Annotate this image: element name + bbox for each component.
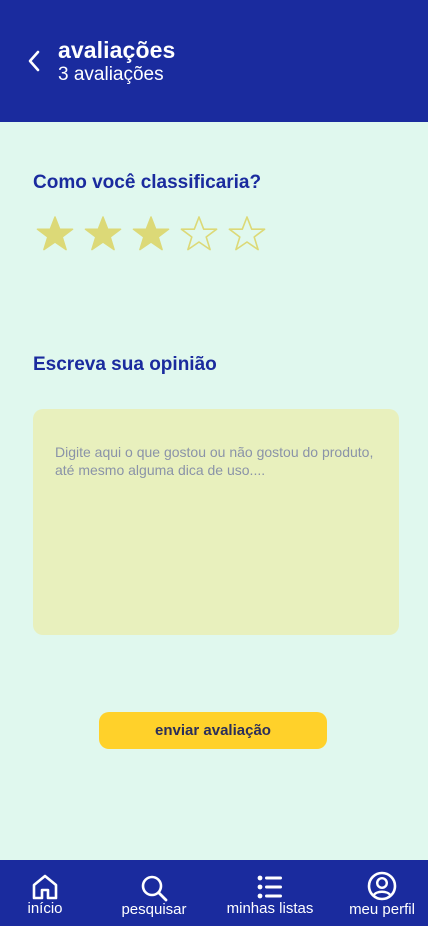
nav-label-home: início xyxy=(27,900,63,917)
page-title: avaliações xyxy=(58,37,176,63)
nav-label-search: pesquisar xyxy=(121,901,187,918)
rating-question: Como você classificaria? xyxy=(33,172,262,193)
home-icon xyxy=(32,874,58,900)
star-filled-icon[interactable] xyxy=(35,215,75,255)
profile-icon xyxy=(367,871,397,901)
opinion-textarea[interactable] xyxy=(33,409,399,635)
nav-label-profile: meu perfil xyxy=(349,901,415,918)
review-count: 3 avaliações xyxy=(58,64,164,85)
list-icon xyxy=(257,875,282,899)
nav-item-home[interactable]: início xyxy=(22,860,68,926)
star-empty-icon[interactable] xyxy=(179,215,219,255)
chevron-left-icon xyxy=(28,50,40,72)
star-empty-icon[interactable] xyxy=(227,215,267,255)
nav-label-lists: minhas listas xyxy=(226,900,314,917)
opinion-title: Escreva sua opinião xyxy=(33,354,217,375)
bottom-navigation: início pesquisar minhas listas meu perfi… xyxy=(0,860,428,926)
nav-item-profile[interactable]: meu perfil xyxy=(344,860,420,926)
star-filled-icon[interactable] xyxy=(83,215,123,255)
star-rating xyxy=(35,215,267,255)
nav-item-lists[interactable]: minhas listas xyxy=(222,860,318,926)
star-filled-icon[interactable] xyxy=(131,215,171,255)
submit-review-button[interactable]: enviar avaliação xyxy=(99,712,327,749)
back-button[interactable] xyxy=(22,47,46,75)
nav-item-search[interactable]: pesquisar xyxy=(118,860,190,926)
app-header: avaliações 3 avaliações xyxy=(0,0,428,122)
search-icon xyxy=(141,875,168,902)
